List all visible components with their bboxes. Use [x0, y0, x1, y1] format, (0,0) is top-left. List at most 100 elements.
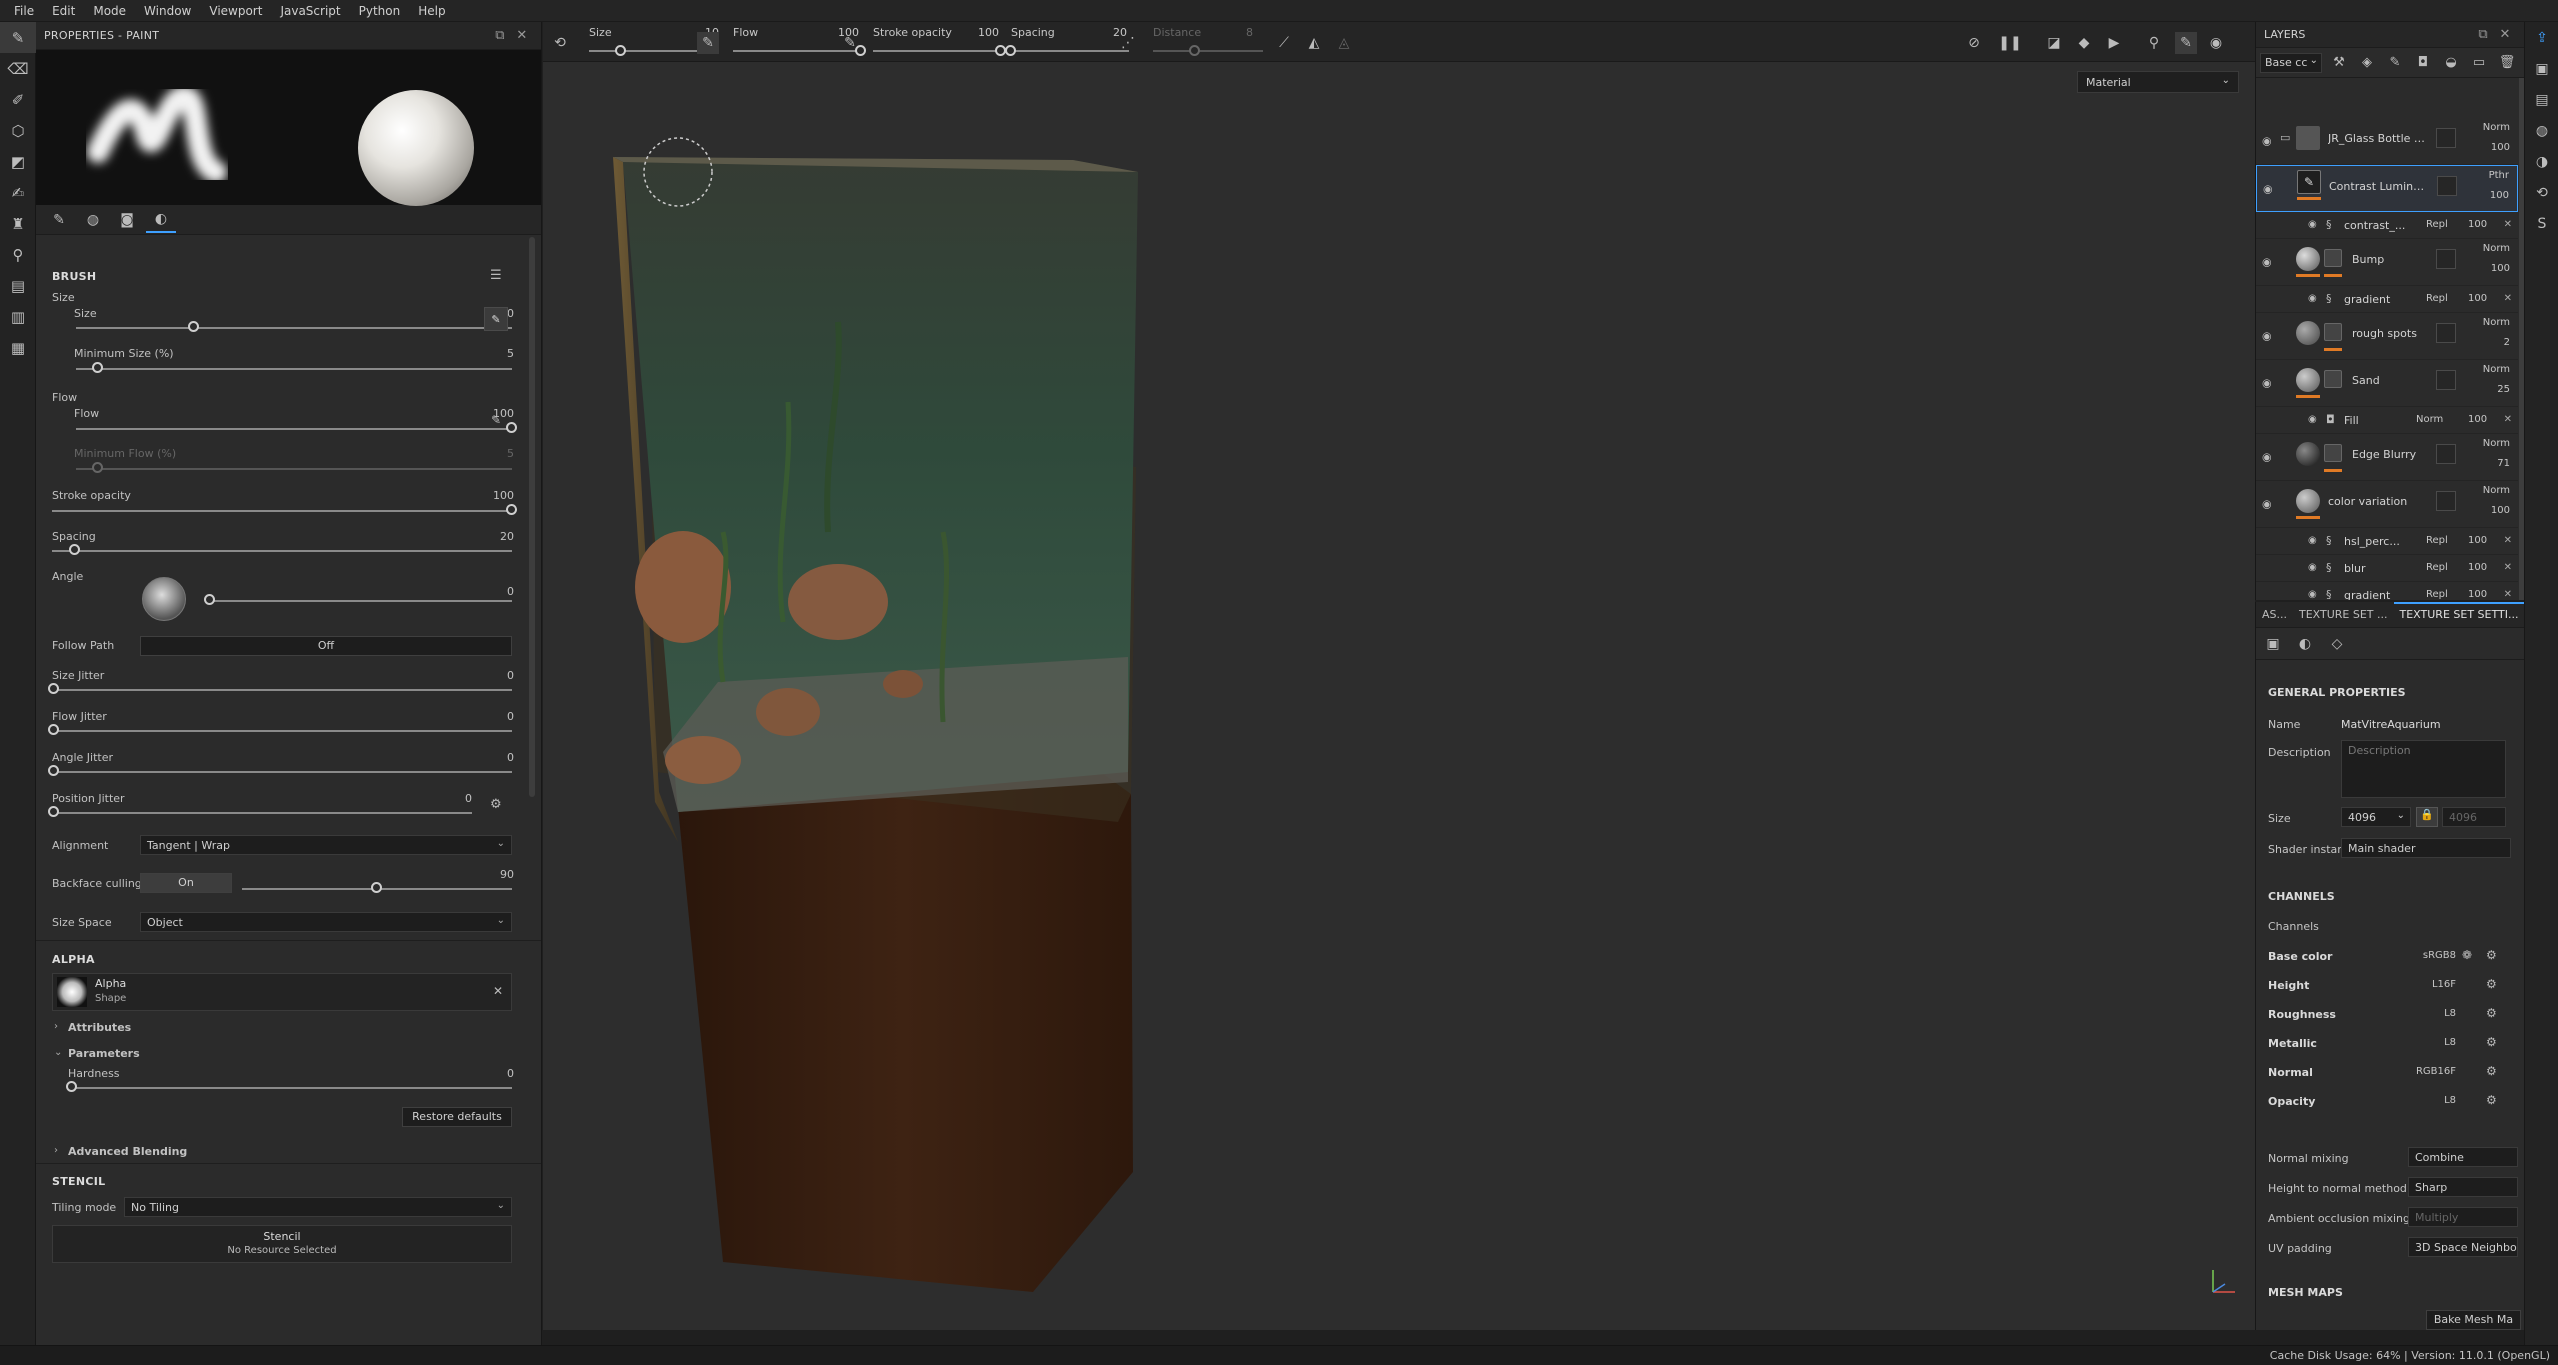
angle-jitter-slider-track[interactable]: [52, 771, 512, 773]
uv-icon[interactable]: ◇: [2326, 636, 2348, 652]
gear-icon[interactable]: ⚙: [2486, 948, 2497, 962]
shader-settings-icon[interactable]: ◑: [2525, 146, 2558, 177]
material-picker-icon[interactable]: ▥: [0, 301, 36, 332]
layer-blend-mode[interactable]: Norm: [2483, 438, 2510, 449]
add-effect-icon[interactable]: ⚒: [2328, 55, 2350, 70]
layer-row[interactable]: ◉ Bump Norm 100: [2256, 239, 2518, 286]
projection-icon[interactable]: ✐: [0, 84, 36, 115]
symmetry-icon[interactable]: ⟲: [549, 32, 571, 54]
layer-blend-mode[interactable]: Norm: [2483, 122, 2510, 133]
add-smart-layer-icon[interactable]: ◒: [2440, 55, 2462, 70]
eye-icon[interactable]: ◉: [2262, 256, 2272, 269]
tab-texture-set-list[interactable]: TEXTURE SET ...: [2293, 608, 2394, 621]
layer-opacity[interactable]: 2: [2504, 337, 2510, 348]
tab-texture-set-settings[interactable]: TEXTURE SET SETTI...: [2393, 602, 2524, 628]
position-jitter-slider-handle[interactable]: [48, 806, 59, 817]
hide-overlay-icon[interactable]: ⊘: [1963, 32, 1985, 54]
eraser-icon[interactable]: ⌫: [0, 53, 36, 84]
angle-jitter-slider-handle[interactable]: [48, 765, 59, 776]
toolbar-stroke-opacity-slider-track[interactable]: [873, 50, 1003, 52]
effect-row[interactable]: ◉ § hsl_perc... Repl 100 ✕: [2256, 528, 2518, 555]
channel-dropdown[interactable]: Base cc ⌄: [2260, 52, 2322, 73]
layer-blend-mode[interactable]: Norm: [2483, 364, 2510, 375]
layer-row[interactable]: ◉ color variation Norm 100: [2256, 481, 2518, 528]
stencil-tab-icon[interactable]: ◙: [112, 207, 142, 233]
size-slider-track[interactable]: [76, 327, 512, 329]
document-icon[interactable]: ▤: [2525, 84, 2558, 115]
menu-javascript[interactable]: JavaScript: [274, 4, 352, 18]
close-icon[interactable]: ✕: [2504, 219, 2512, 230]
menu-file[interactable]: File: [8, 4, 46, 18]
eye-icon[interactable]: ◉: [2308, 589, 2317, 600]
height-to-normal-dropdown[interactable]: Sharp: [2408, 1177, 2518, 1197]
menu-help[interactable]: Help: [412, 4, 457, 18]
gear-icon[interactable]: ⚙: [2486, 1064, 2497, 1078]
eye-icon[interactable]: ◉: [2308, 414, 2317, 425]
properties-scrollbar[interactable]: [529, 237, 535, 797]
flow-jitter-slider-track[interactable]: [52, 730, 512, 732]
angle-slider-track[interactable]: [206, 600, 512, 602]
min-size-slider-track[interactable]: [76, 368, 512, 370]
effect-row[interactable]: ◉ § contrast_... Repl 100 ✕: [2256, 212, 2518, 239]
geometry-mask-icon[interactable]: ◩: [0, 146, 36, 177]
layer-opacity[interactable]: 100: [2491, 142, 2510, 153]
gear-icon[interactable]: ⚙: [2486, 977, 2497, 991]
stroke-opacity-value[interactable]: 100: [474, 489, 514, 502]
shader-instance-field[interactable]: Main shader: [2341, 838, 2511, 858]
size-dropdown[interactable]: 4096 ⌄: [2341, 807, 2411, 827]
angle-dial[interactable]: [142, 577, 186, 621]
remove-alpha-close-icon[interactable]: ✕: [493, 984, 503, 998]
jitter-settings-gear-icon[interactable]: ⚙: [490, 797, 502, 812]
shelf-icon[interactable]: ▣: [2525, 53, 2558, 84]
effect-row[interactable]: ◉ ◘ Fill Norm 100 ✕: [2256, 407, 2518, 434]
menu-viewport[interactable]: Viewport: [203, 4, 274, 18]
size-jitter-slider-track[interactable]: [52, 689, 512, 691]
color-profile-icon[interactable]: ❁: [2462, 948, 2472, 962]
toolbar-spacing-slider-track[interactable]: [1011, 50, 1129, 52]
backface-slider-handle[interactable]: [371, 882, 382, 893]
paint-mode-icon[interactable]: ✎: [2175, 32, 2197, 54]
stroke-opacity-slider-handle[interactable]: [506, 504, 517, 515]
effect-opacity[interactable]: 100: [2468, 414, 2487, 425]
eye-icon[interactable]: ◉: [2262, 451, 2272, 464]
angle-jitter-value[interactable]: 0: [474, 751, 514, 764]
flow-slider-track[interactable]: [76, 428, 512, 430]
effect-blend-mode[interactable]: Repl: [2426, 562, 2448, 573]
name-value[interactable]: MatVitreAquarium: [2341, 718, 2441, 731]
camera-icon[interactable]: ▶: [2103, 32, 2125, 54]
effect-blend-mode[interactable]: Norm: [2416, 414, 2443, 425]
delete-layer-icon[interactable]: 🗑: [2496, 55, 2518, 70]
bake-icon[interactable]: ▤: [0, 270, 36, 301]
alignment-dropdown[interactable]: Tangent | Wrap ⌄: [140, 835, 512, 855]
gear-icon[interactable]: ⚙: [2486, 1006, 2497, 1020]
eye-icon[interactable]: ◉: [2262, 377, 2272, 390]
size-pen-pressure-icon[interactable]: ✎: [697, 32, 719, 54]
tab-assets[interactable]: AS...: [2256, 608, 2293, 621]
undock-icon[interactable]: ⧉: [489, 28, 511, 43]
effect-blend-mode[interactable]: Repl: [2426, 535, 2448, 546]
clone-stamp-icon[interactable]: ♜: [0, 208, 36, 239]
add-fill-layer-icon[interactable]: ◘: [2412, 55, 2434, 70]
gear-icon[interactable]: ⚙: [2486, 1093, 2497, 1107]
effect-row[interactable]: ◉ § gradient Repl 100 ✕: [2256, 582, 2518, 600]
eye-icon[interactable]: ◉: [2308, 562, 2317, 573]
cube-view-icon[interactable]: ◆: [2073, 32, 2095, 54]
lock-icon[interactable]: 🔒: [2416, 807, 2438, 827]
pause-icon[interactable]: ❚❚: [1998, 32, 2021, 54]
effect-blend-mode[interactable]: Repl: [2426, 219, 2448, 230]
effect-opacity[interactable]: 100: [2468, 589, 2487, 600]
min-size-slider-handle[interactable]: [91, 362, 103, 373]
bake-mesh-maps-button[interactable]: Bake Mesh Ma: [2426, 1310, 2521, 1330]
close-icon[interactable]: ✕: [2494, 27, 2516, 42]
angle-value[interactable]: 0: [474, 585, 514, 598]
spacing-value[interactable]: 20: [474, 530, 514, 543]
size-space-dropdown[interactable]: Object ⌄: [140, 912, 512, 932]
normal-mixing-dropdown[interactable]: Combine: [2408, 1147, 2518, 1167]
effect-blend-mode[interactable]: Repl: [2426, 589, 2448, 600]
flow-pressure-icon[interactable]: ✎: [491, 413, 501, 427]
material-tab-icon[interactable]: ◐: [146, 207, 176, 233]
layer-blend-mode[interactable]: Norm: [2483, 485, 2510, 496]
effect-opacity[interactable]: 100: [2468, 535, 2487, 546]
effect-row[interactable]: ◉ § blur Repl 100 ✕: [2256, 555, 2518, 582]
alpha-tab-icon[interactable]: ◍: [78, 207, 108, 233]
